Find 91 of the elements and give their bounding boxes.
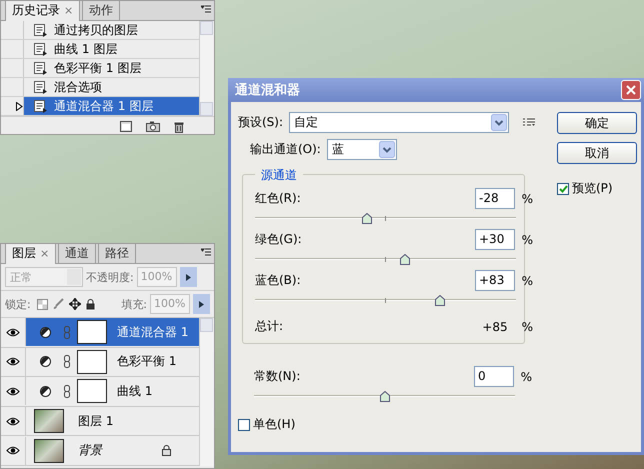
layer-row[interactable]: 图层 1 <box>1 406 199 436</box>
slider-thumb[interactable] <box>435 295 446 306</box>
percent-sign: % <box>520 192 533 206</box>
lock-transparency-icon[interactable] <box>36 298 48 310</box>
checkbox[interactable] <box>238 418 250 430</box>
layer-mask-thumbnail[interactable] <box>77 350 107 374</box>
history-item[interactable]: 曲线 1 图层 <box>1 40 199 59</box>
constant-field[interactable]: 0 <box>474 366 514 387</box>
checkbox[interactable] <box>557 182 569 194</box>
percent-sign: % <box>522 320 533 334</box>
output-channel-dropdown[interactable]: 蓝 <box>326 139 397 160</box>
history-step-icon <box>34 62 48 74</box>
list-menu-icon[interactable] <box>523 118 536 127</box>
close-icon <box>626 85 636 95</box>
new-document-icon[interactable] <box>120 121 132 132</box>
close-button[interactable] <box>621 80 641 100</box>
total-label: 总计: <box>255 318 284 335</box>
adjustment-layer-icon <box>40 356 51 368</box>
panel-tab[interactable]: 动作 <box>82 0 120 20</box>
brush-icon[interactable] <box>52 298 64 310</box>
camera-icon[interactable] <box>146 121 160 132</box>
monochrome-label: 单色(H) <box>253 416 296 433</box>
percent-sign: % <box>520 274 533 288</box>
slider-thumb[interactable] <box>380 391 390 402</box>
layer-mask-thumbnail[interactable] <box>77 379 107 404</box>
move-icon[interactable] <box>68 298 81 310</box>
history-step-icon <box>34 100 48 112</box>
close-tab-button[interactable]: × <box>40 247 50 260</box>
percentage-field[interactable]: -28 <box>475 188 515 209</box>
slider-popup-button[interactable] <box>180 267 197 287</box>
panel-tab[interactable]: 图层 × <box>5 243 56 264</box>
slider-popup-button[interactable] <box>193 294 210 314</box>
layer-row[interactable]: 色彩平衡 1 <box>1 348 199 378</box>
percent-sign: % <box>520 370 532 384</box>
history-item[interactable]: 通过拷贝的图层 <box>1 21 199 40</box>
eye-icon[interactable] <box>6 416 20 426</box>
history-state-marker-icon <box>16 102 23 110</box>
percentage-field[interactable]: +30 <box>475 229 515 250</box>
arrow-icon <box>186 274 191 280</box>
dialog-button[interactable]: 确定 <box>557 112 637 134</box>
slider-thumb[interactable] <box>362 213 372 224</box>
layer-thumbnail[interactable] <box>34 409 64 434</box>
layer-name: 背景 <box>78 442 102 460</box>
percent-sign: % <box>520 232 533 246</box>
layer-name: 图层 1 <box>78 412 114 430</box>
eye-icon[interactable] <box>6 328 20 337</box>
preset-label: 预设(S): <box>238 114 284 131</box>
percentage-field[interactable]: +83 <box>475 270 515 291</box>
panel-tab[interactable]: 路径 <box>98 243 136 263</box>
layer-name: 色彩平衡 1 <box>117 353 176 370</box>
layer-row[interactable]: 背景 <box>1 436 199 466</box>
lock-label: 锁定: <box>5 296 31 312</box>
arrow-icon <box>199 300 204 308</box>
layer-thumbnail[interactable] <box>34 438 64 463</box>
slider-thumb[interactable] <box>400 254 410 265</box>
panel-tab[interactable]: 历史记录 × <box>5 0 80 21</box>
fill-label: 填充: <box>121 296 147 312</box>
channel-label: 红色(R): <box>255 190 301 207</box>
dialog-button[interactable]: 取消 <box>557 142 637 164</box>
trash-icon[interactable] <box>174 121 184 133</box>
chain-link-icon[interactable] <box>64 355 70 368</box>
panel-menu-icon[interactable] <box>201 5 211 14</box>
layer-name: 曲线 1 <box>117 382 152 400</box>
layer-row[interactable]: 曲线 1 <box>1 377 199 407</box>
preview-label: 预览(P) <box>572 180 613 197</box>
eye-icon[interactable] <box>6 386 20 396</box>
history-item[interactable]: 通道混合器 1 图层 <box>1 97 199 116</box>
preset-dropdown[interactable]: 自定 <box>289 112 510 133</box>
output-channel-label: 输出通道(O): <box>250 141 321 158</box>
total-value: +85 <box>482 320 508 334</box>
history-step-icon <box>34 42 48 56</box>
history-item[interactable]: 色彩平衡 1 图层 <box>1 59 199 78</box>
adjustment-layer-icon <box>40 326 51 338</box>
checkmark-icon <box>558 184 568 192</box>
constant-label: 常数(N): <box>254 368 300 385</box>
chain-link-icon[interactable] <box>64 384 70 398</box>
dialog-title: 通道混和器 <box>235 82 300 99</box>
eye-icon[interactable] <box>6 357 20 366</box>
lock-icon[interactable] <box>86 298 95 310</box>
close-tab-button[interactable]: × <box>64 4 74 17</box>
opacity-label: 不透明度: <box>86 270 134 284</box>
history-step-icon <box>34 24 48 36</box>
eye-icon[interactable] <box>6 446 20 456</box>
adjustment-layer-icon <box>40 386 51 397</box>
layer-mask-thumbnail[interactable] <box>77 320 107 344</box>
panel-menu-icon[interactable] <box>201 248 211 257</box>
channel-label: 蓝色(B): <box>255 272 301 289</box>
panel-tab[interactable]: 通道 <box>58 243 96 263</box>
history-step-icon <box>34 80 48 94</box>
layer-name: 通道混合器 1 <box>117 324 188 341</box>
channel-label: 绿色(G): <box>255 231 302 248</box>
